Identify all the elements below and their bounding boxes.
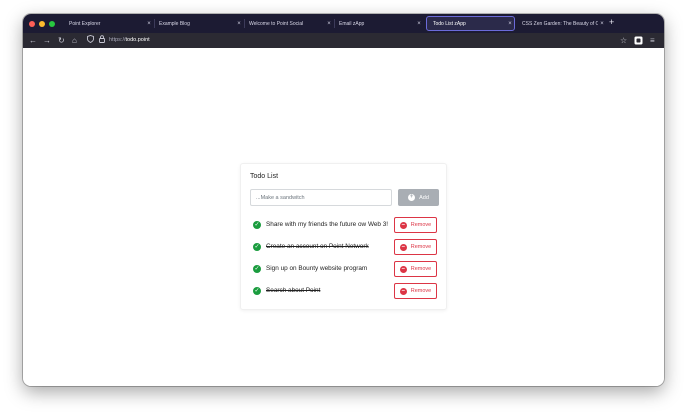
list-item: ✓ Search about Point – Remove [253,283,439,299]
remove-button[interactable]: – Remove [394,283,437,299]
tab-label: Example Blog [159,20,190,27]
tab-label: Email zApp [339,20,365,27]
lock-icon[interactable] [99,35,105,46]
new-tab-button[interactable]: + [609,17,614,27]
extension-icon[interactable] [634,36,643,48]
todo-text: Sign up on Bounty website program [266,265,368,272]
url-protocol: https:// [109,37,126,43]
tab-label: Todo List zApp [433,20,466,27]
minus-circle-icon: – [399,221,407,229]
tab-label: CSS Zen Garden: The Beauty of CSS [522,20,598,27]
check-circle-icon[interactable]: ✓ [253,243,261,251]
url-host: todo.point [125,37,150,43]
todo-text: Share with my friends the future ow Web … [266,221,389,228]
address-bar[interactable]: https://todo.point [109,36,150,45]
plus-circle-icon: + [408,194,416,201]
todo-text: Search about Point [266,287,321,294]
minus-circle-icon: – [399,287,407,295]
window-controls [23,20,63,27]
home-icon[interactable]: ⌂ [72,35,77,46]
list-item: ✓ Sign up on Bounty website program – Re… [253,261,439,277]
close-icon[interactable]: × [598,21,606,27]
bookmark-star-icon[interactable]: ☆ [620,35,627,46]
close-icon[interactable]: × [235,21,243,27]
remove-button[interactable]: – Remove [394,261,437,277]
remove-button-label: Remove [410,288,432,294]
tab-example-blog[interactable]: Example Blog × [153,16,243,31]
tab-label: Welcome to Point Social [249,20,304,27]
close-window-button[interactable] [29,20,35,27]
tab-strip: Point Explorer × Example Blog × Welcome … [23,14,664,33]
minus-circle-icon: – [399,265,407,273]
tab-point-explorer[interactable]: Point Explorer × [63,16,153,31]
menu-icon[interactable]: ≡ [650,35,655,46]
tab-point-social[interactable]: Welcome to Point Social × [243,16,333,31]
remove-button[interactable]: – Remove [394,217,437,233]
todo-input[interactable] [250,189,392,206]
reload-icon[interactable]: ↻ [58,35,65,46]
remove-button-label: Remove [410,222,432,228]
todo-text: Create an account on Point Network [266,243,369,250]
list-item: ✓ Share with my friends the future ow We… [253,217,439,233]
navigation-bar: ← → ↻ ⌂ https://todo.point ☆ ≡ [23,33,664,48]
todo-card: Todo List + Add ✓ Share with my friends … [240,163,447,310]
check-circle-icon[interactable]: ✓ [253,287,261,295]
page-content: Todo List + Add ✓ Share with my friends … [23,48,664,386]
tab-todo-list-zapp[interactable]: Todo List zApp × [426,16,515,31]
remove-button[interactable]: – Remove [394,239,437,255]
minus-circle-icon: – [399,243,407,251]
close-icon[interactable]: × [325,21,333,27]
shield-icon[interactable] [87,35,94,46]
add-button-label: Add [419,194,429,201]
browser-window: Point Explorer × Example Blog × Welcome … [23,14,664,386]
close-icon[interactable]: × [415,21,423,27]
check-circle-icon[interactable]: ✓ [253,221,261,229]
forward-arrow-icon[interactable]: → [43,35,51,46]
close-icon[interactable]: × [145,21,153,27]
remove-button-label: Remove [410,266,432,272]
tab-email-zapp[interactable]: Email zApp × [333,16,423,31]
page-title: Todo List [250,173,279,180]
remove-button-label: Remove [410,244,432,250]
back-arrow-icon[interactable]: ← [29,35,37,46]
close-icon[interactable]: × [506,21,514,27]
maximize-window-button[interactable] [49,20,55,27]
tab-label: Point Explorer [69,20,101,27]
minimize-window-button[interactable] [39,20,45,27]
check-circle-icon[interactable]: ✓ [253,265,261,273]
add-button[interactable]: + Add [398,189,439,206]
list-item: ✓ Create an account on Point Network – R… [253,239,439,255]
tab-css-zen-garden[interactable]: CSS Zen Garden: The Beauty of CSS × [516,16,606,31]
